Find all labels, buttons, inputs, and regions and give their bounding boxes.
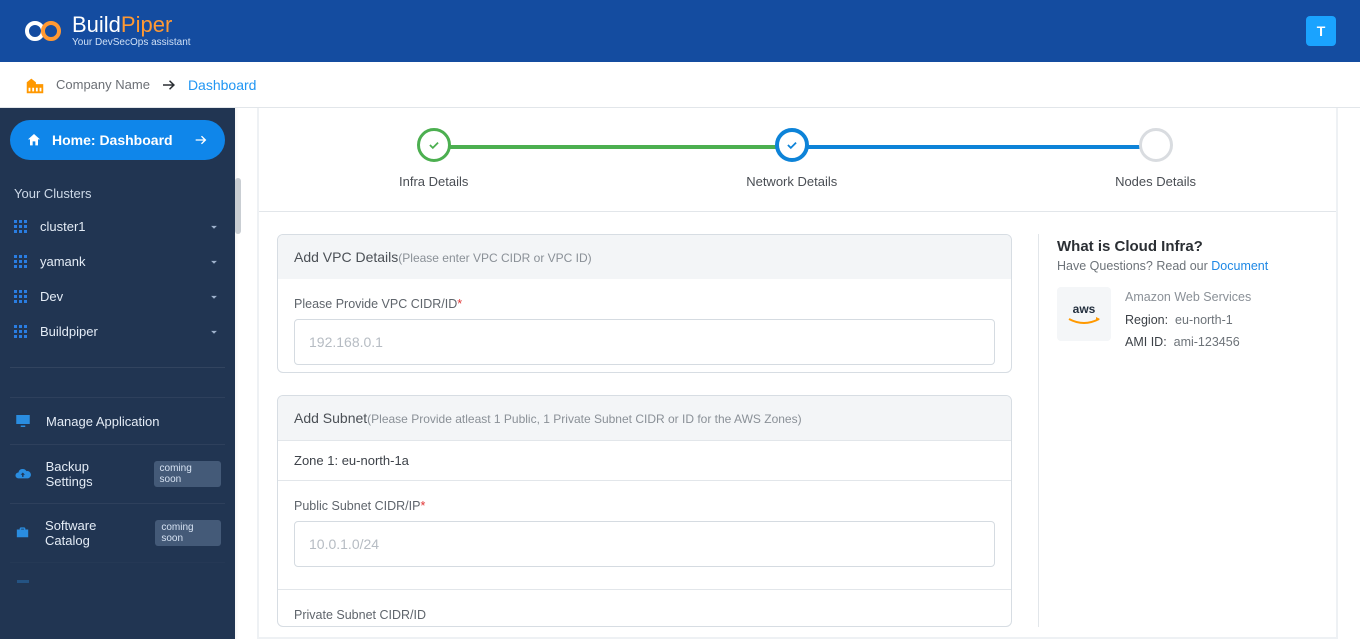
brand-name-primary: Build: [72, 12, 121, 37]
stepper: Infra Details Network Details Nodes Deta…: [259, 108, 1336, 211]
grid-icon: [14, 220, 28, 234]
avatar-letter: T: [1317, 23, 1326, 39]
grid-icon: [14, 325, 28, 339]
provider-aws-icon: aws: [1057, 287, 1111, 341]
brand-name-accent: Piper: [121, 12, 172, 37]
subnet-zone-label: Zone 1: eu-north-1a: [278, 440, 1011, 481]
card-add-subnet: Add Subnet(Please Provide atleast 1 Publ…: [277, 395, 1012, 627]
cloud-upload-icon: [14, 465, 32, 483]
cluster-name: Dev: [40, 289, 63, 304]
chevron-down-icon: [207, 220, 221, 234]
card-title: Add Subnet: [294, 410, 367, 426]
region-value: eu-north-1: [1175, 313, 1233, 327]
public-subnet-label: Public Subnet CIDR/IP*: [294, 499, 995, 513]
company-icon: [24, 74, 46, 96]
breadcrumb: Company Name Dashboard: [0, 62, 1360, 108]
step-nodes-details[interactable]: Nodes Details: [1115, 128, 1196, 189]
required-indicator: *: [420, 499, 425, 513]
card-title: Add VPC Details: [294, 249, 398, 265]
sidebar-item-label: Manage Application: [46, 414, 159, 429]
sidebar-item-label: Software Catalog: [45, 518, 139, 548]
cluster-name: Buildpiper: [40, 324, 98, 339]
step-label: Network Details: [746, 174, 837, 189]
step-network-details[interactable]: Network Details: [746, 128, 837, 189]
chevron-down-icon: [207, 290, 221, 304]
info-panel: What is Cloud Infra? Have Questions? Rea…: [1038, 234, 1318, 627]
ami-key: AMI ID:: [1125, 335, 1167, 349]
top-header: BuildPiper Your DevSecOps assistant T: [0, 0, 1360, 62]
sidebar-section-clusters: Your Clusters: [10, 160, 225, 209]
brand-logo-icon: [24, 18, 64, 44]
card-vpc-details: Add VPC Details(Please enter VPC CIDR or…: [277, 234, 1012, 373]
briefcase-icon: [14, 524, 31, 542]
sidebar-item-label: Backup Settings: [46, 459, 138, 489]
step-label: Nodes Details: [1115, 174, 1196, 189]
monitor-icon: [14, 412, 32, 430]
sidebar-item-software-catalog[interactable]: Software Catalog coming soon: [10, 503, 225, 562]
sidebar-cluster-item[interactable]: yamank: [10, 244, 225, 279]
sidebar-cluster-item[interactable]: cluster1: [10, 209, 225, 244]
step-infra-details[interactable]: Infra Details: [399, 128, 468, 189]
chevron-down-icon: [207, 255, 221, 269]
breadcrumb-company: Company Name: [56, 77, 150, 92]
info-title: What is Cloud Infra?: [1057, 238, 1318, 255]
user-avatar-button[interactable]: T: [1306, 16, 1336, 46]
arrow-right-icon: [193, 132, 209, 148]
info-document-link[interactable]: Document: [1211, 259, 1268, 273]
grid-icon: [14, 255, 28, 269]
brand[interactable]: BuildPiper Your DevSecOps assistant: [24, 14, 191, 48]
brand-subtitle: Your DevSecOps assistant: [72, 38, 191, 48]
step-dot-done-icon: [417, 128, 451, 162]
svg-text:aws: aws: [1073, 302, 1096, 316]
stepper-bar-active: [805, 145, 1155, 149]
home-icon: [26, 132, 42, 148]
private-subnet-label: Private Subnet CIDR/ID: [294, 608, 995, 622]
vpc-cidr-label: Please Provide VPC CIDR/ID*: [294, 297, 995, 311]
sidebar-cluster-item[interactable]: Buildpiper: [10, 314, 225, 349]
sidebar-home-button[interactable]: Home: Dashboard: [10, 120, 225, 160]
breadcrumb-dashboard-link[interactable]: Dashboard: [188, 77, 257, 93]
main-content: Infra Details Network Details Nodes Deta…: [235, 108, 1360, 639]
sidebar-item-backup-settings[interactable]: Backup Settings coming soon: [10, 444, 225, 503]
chevron-down-icon: [207, 325, 221, 339]
card-subtitle: (Please Provide atleast 1 Public, 1 Priv…: [367, 412, 801, 426]
step-dot-next-icon: [1139, 128, 1173, 162]
sidebar-cluster-item[interactable]: Dev: [10, 279, 225, 314]
scrollbar-thumb[interactable]: [235, 178, 241, 234]
more-icon: [14, 577, 32, 595]
sidebar-item-manage-application[interactable]: Manage Application: [10, 397, 225, 444]
sidebar-item-more[interactable]: [10, 562, 225, 609]
ami-value: ami-123456: [1174, 335, 1240, 349]
required-indicator: *: [457, 297, 462, 311]
public-subnet-input[interactable]: [294, 521, 995, 567]
sidebar: Home: Dashboard Your Clusters cluster1 y…: [0, 108, 235, 639]
arrow-right-icon: [160, 76, 178, 94]
region-key: Region:: [1125, 313, 1168, 327]
grid-icon: [14, 290, 28, 304]
cluster-name: yamank: [40, 254, 86, 269]
provider-name: Amazon Web Services: [1125, 287, 1251, 308]
sidebar-home-label: Home: Dashboard: [52, 132, 173, 148]
stepper-bar-done: [441, 145, 791, 149]
info-subtitle: Have Questions? Read our Document: [1057, 259, 1318, 273]
coming-soon-badge: coming soon: [155, 520, 221, 546]
coming-soon-badge: coming soon: [154, 461, 221, 487]
step-label: Infra Details: [399, 174, 468, 189]
cluster-name: cluster1: [40, 219, 86, 234]
vpc-cidr-input[interactable]: [294, 319, 995, 365]
step-dot-current-icon: [775, 128, 809, 162]
card-subtitle: (Please enter VPC CIDR or VPC ID): [398, 251, 591, 265]
